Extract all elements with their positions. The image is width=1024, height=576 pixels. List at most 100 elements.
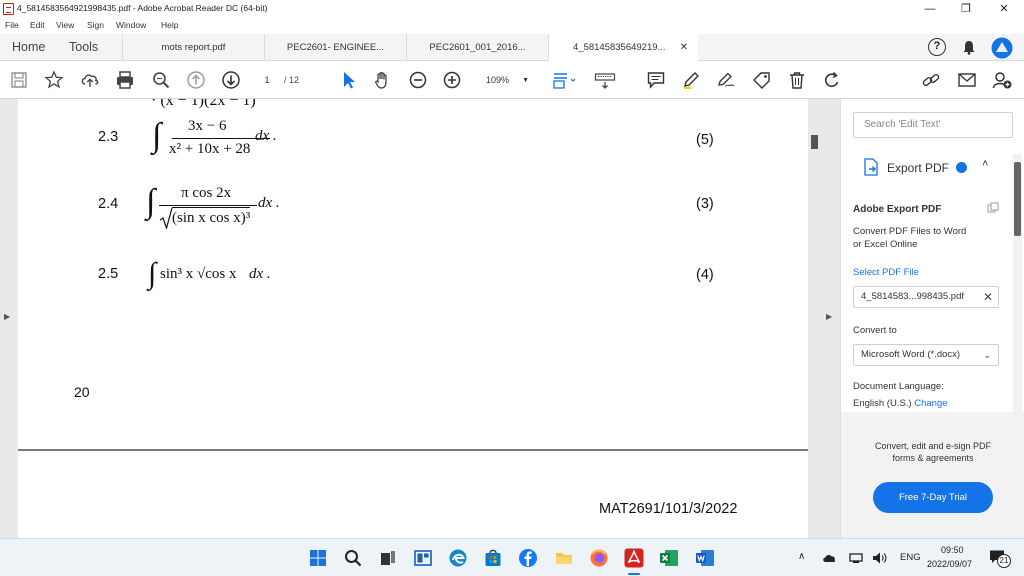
upload-cloud-icon[interactable] — [80, 70, 100, 90]
hand-tool-icon[interactable] — [372, 70, 392, 90]
chevron-down-icon: ▼ — [522, 77, 529, 84]
selected-file-field[interactable]: 4_5814583...998435.pdf ✕ — [853, 286, 999, 308]
sign-icon[interactable] — [716, 70, 736, 90]
zoom-in-icon[interactable] — [442, 70, 462, 90]
tab-tools[interactable]: Tools — [69, 40, 98, 54]
doc-tab-label: PEC2601_001_2016... — [429, 42, 526, 53]
menu-file[interactable]: File — [5, 20, 19, 30]
doc-tab-label: 4_58145835649219... — [573, 42, 666, 53]
export-pdf-title[interactable]: Export PDF — [887, 161, 949, 175]
share-link-icon[interactable] — [921, 70, 941, 90]
zoom-level-value: 109% — [486, 75, 510, 85]
remove-file-icon[interactable]: ✕ — [983, 287, 993, 307]
zoom-level-select[interactable]: 109% ▼ — [477, 72, 533, 89]
tab-home[interactable]: Home — [12, 40, 45, 54]
menu-sign[interactable]: Sign — [87, 20, 104, 30]
scrollbar-thumb[interactable] — [1014, 162, 1021, 236]
convert-format-select[interactable]: Microsoft Word (*.docx) ⌄ — [853, 344, 999, 366]
email-icon[interactable] — [957, 70, 977, 90]
differential: dx . — [258, 195, 280, 211]
menu-help[interactable]: Help — [161, 20, 178, 30]
right-pane-scrollbar[interactable] — [1013, 154, 1022, 412]
find-search-icon[interactable] — [151, 70, 171, 90]
user-avatar-icon[interactable] — [991, 37, 1013, 59]
zoom-out-icon[interactable] — [408, 70, 428, 90]
document-viewport[interactable]: · (x − 1)(2x − 1) 2.3 ∫ 3x − 6 x² + 10x … — [0, 99, 840, 538]
highlight-pen-icon[interactable] — [681, 70, 701, 90]
differential: dx . — [249, 266, 271, 282]
doc-tab-pec2601-enginee[interactable]: PEC2601- ENGINEE... — [264, 34, 406, 61]
widgets-icon[interactable] — [413, 548, 433, 568]
fraction-numerator: 3x − 6 — [188, 118, 227, 134]
document-scrollbar-thumb[interactable] — [811, 135, 818, 149]
delete-trash-icon[interactable] — [787, 70, 807, 90]
menu-view[interactable]: View — [56, 20, 74, 30]
scroll-mode-keyboard-icon[interactable] — [594, 70, 616, 90]
acrobat-taskbar-icon[interactable] — [624, 548, 644, 568]
edge-browser-icon[interactable] — [448, 548, 468, 568]
search-icon[interactable] — [343, 548, 363, 568]
copy-info-icon — [987, 202, 999, 213]
windows-taskbar: ∧ ENG 09:50 2022/09/07 21 — [0, 538, 1024, 576]
page-number-input[interactable]: 1 — [258, 72, 276, 88]
print-icon[interactable] — [115, 70, 135, 90]
previous-expression-fragment: · (x − 1)(2x − 1) — [151, 99, 256, 110]
doc-tab-mots-report[interactable]: mots report.pdf — [122, 34, 264, 61]
task-view-icon[interactable] — [378, 548, 398, 568]
close-window-button[interactable]: ✕ — [986, 0, 1022, 18]
select-cursor-icon[interactable] — [339, 70, 359, 90]
volume-speaker-icon[interactable] — [872, 551, 888, 565]
clock-date[interactable]: 2022/09/07 — [927, 559, 972, 569]
maximize-button[interactable]: ❐ — [948, 0, 984, 18]
integrand: sin³ x √cos x — [160, 266, 237, 282]
selected-file-name: 4_5814583...998435.pdf — [861, 291, 965, 302]
add-user-icon[interactable] — [992, 70, 1012, 90]
differential: dx . — [255, 128, 277, 144]
next-page-icon[interactable] — [221, 70, 241, 90]
notifications-bell-icon[interactable] — [962, 40, 976, 55]
rotate-undo-icon[interactable] — [822, 70, 842, 90]
doc-tab-active[interactable]: 4_58145835649219... ✕ — [548, 34, 698, 61]
file-explorer-icon[interactable] — [554, 548, 574, 568]
onedrive-cloud-icon[interactable] — [822, 552, 836, 564]
page-number: 20 — [74, 384, 90, 400]
chevron-down-icon: ⌄ — [983, 350, 991, 360]
menu-edit[interactable]: Edit — [30, 20, 45, 30]
windows-start-icon[interactable] — [308, 548, 328, 568]
export-badge-icon — [956, 162, 967, 173]
firefox-icon[interactable] — [589, 548, 609, 568]
microsoft-store-icon[interactable] — [483, 548, 503, 568]
close-tab-icon[interactable]: ✕ — [680, 34, 688, 61]
previous-page-icon[interactable] — [186, 70, 206, 90]
change-language-link[interactable]: Change — [914, 398, 947, 409]
page-fit-icon[interactable] — [551, 70, 577, 90]
promo-line2: forms & agreements — [892, 453, 974, 463]
export-pdf-icon — [864, 158, 878, 176]
clock-time[interactable]: 09:50 — [941, 545, 964, 555]
fragment-bullet: · — [151, 99, 161, 109]
page-total: / 12 — [284, 75, 300, 85]
stamp-tag-icon[interactable] — [752, 70, 772, 90]
collapse-chevron-icon[interactable]: ˄ — [982, 158, 988, 170]
free-trial-button[interactable]: Free 7-Day Trial — [873, 482, 993, 513]
save-icon[interactable] — [9, 70, 29, 90]
right-pane-collapse-icon[interactable]: ▶ — [826, 312, 832, 321]
word-icon[interactable] — [695, 548, 715, 568]
search-edit-text-input[interactable]: Search 'Edit Text' — [853, 112, 1013, 138]
facebook-icon[interactable] — [518, 548, 538, 568]
comment-icon[interactable] — [646, 70, 666, 90]
minimize-button[interactable]: — — [912, 0, 948, 18]
marks: (5) — [696, 132, 714, 148]
input-language[interactable]: ENG — [900, 552, 921, 563]
show-hidden-icons-chevron-icon[interactable]: ∧ — [798, 551, 805, 562]
bookmark-star-icon[interactable] — [44, 70, 64, 90]
question-number: 2.3 — [98, 129, 119, 145]
help-icon[interactable]: ? — [928, 38, 946, 56]
excel-icon[interactable] — [659, 548, 679, 568]
left-pane-expand-icon[interactable]: ▶ — [4, 312, 10, 321]
network-icon[interactable] — [849, 552, 863, 564]
doc-tab-pec2601-001[interactable]: PEC2601_001_2016... — [406, 34, 548, 61]
menu-window[interactable]: Window — [116, 20, 146, 30]
select-pdf-file-link[interactable]: Select PDF File — [853, 267, 919, 278]
integral-sign: ∫ — [152, 117, 162, 154]
